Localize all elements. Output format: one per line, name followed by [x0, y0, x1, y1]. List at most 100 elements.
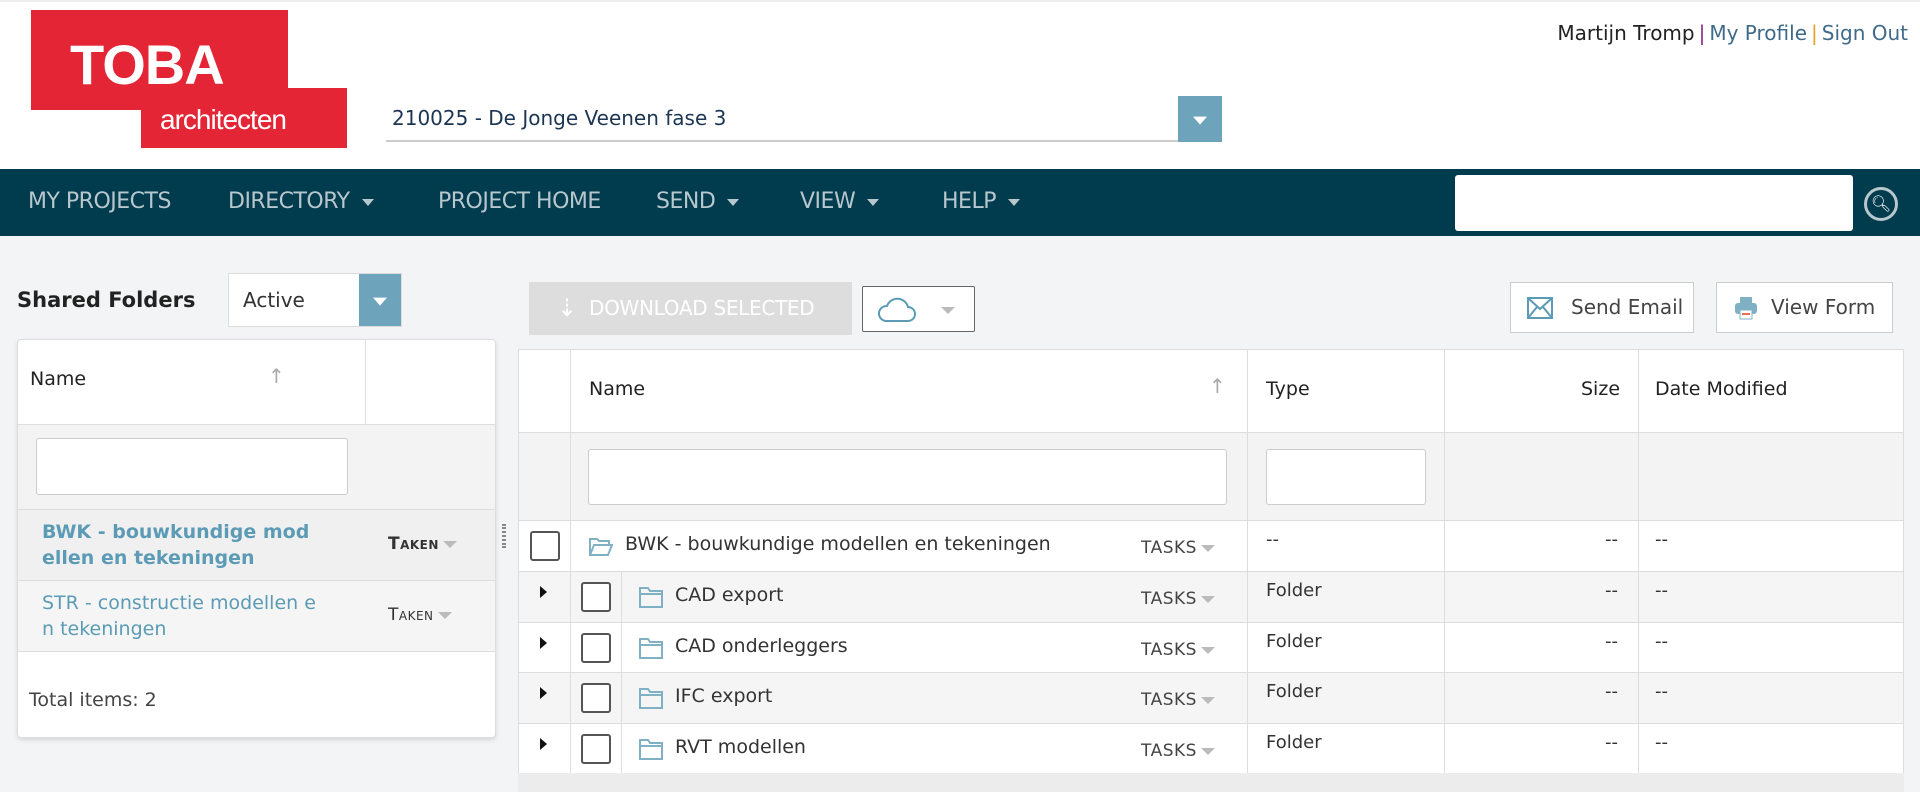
chevron-down-icon [1200, 696, 1215, 704]
nav-view[interactable]: VIEW [800, 189, 880, 214]
expand-icon[interactable] [540, 687, 547, 699]
project-select-dropdown-button[interactable] [1178, 96, 1222, 142]
column-header-size[interactable]: Size [1581, 378, 1620, 400]
chevron-down-icon [1200, 747, 1215, 755]
expand-icon[interactable] [540, 637, 547, 649]
folder-name[interactable]: CAD onderleggers [675, 635, 848, 657]
tasks-menu[interactable]: TASKS [1141, 538, 1215, 558]
row-checkbox[interactable] [581, 633, 611, 663]
tasks-label: TASKS [1141, 741, 1197, 761]
table-row[interactable]: BWK - bouwkundige modellen en tekeningen… [519, 521, 1903, 572]
project-select[interactable]: 210025 - De Jonge Veenen fase 3 [386, 96, 1222, 142]
size-cell: -- [1605, 529, 1618, 550]
table-row[interactable]: CAD export TASKS Folder -- -- [519, 572, 1903, 623]
folder-name[interactable]: CAD export [675, 584, 783, 606]
folder-name-line: BWK - bouwkundige mod [42, 521, 310, 543]
chevron-down-icon [442, 540, 457, 548]
column-header-name[interactable]: Name [30, 368, 86, 390]
send-email-button[interactable]: Send Email [1510, 282, 1694, 333]
row-checkbox[interactable] [581, 734, 611, 764]
filter-row [519, 433, 1903, 521]
nav-project-home[interactable]: PROJECT HOME [438, 189, 601, 214]
list-item[interactable]: STR - constructie modellen e n tekeningen… [18, 581, 495, 652]
table-row[interactable]: CAD onderleggers TASKS Folder -- -- [519, 623, 1903, 673]
name-filter-input[interactable] [36, 438, 348, 495]
nav-send[interactable]: SEND [656, 189, 740, 214]
column-header-name[interactable]: Name [589, 378, 645, 400]
total-items: Total items: 2 [29, 689, 157, 711]
sort-ascending-icon[interactable]: ↑ [268, 364, 285, 388]
nav-label: VIEW [800, 189, 856, 214]
row-checkbox[interactable] [581, 582, 611, 612]
column-divider [621, 572, 622, 774]
documents-grid: Name ↑ Type Size Date Modified BWK - bou… [518, 349, 1904, 774]
user-name: Martijn Tromp [1557, 21, 1695, 45]
view-form-label: View Form [1771, 295, 1876, 319]
nav-my-projects[interactable]: MY PROJECTS [28, 189, 171, 214]
chevron-down-icon [361, 198, 374, 206]
separator: | [1811, 21, 1818, 45]
tasks-menu[interactable]: TASKS [1141, 589, 1215, 609]
sign-out-link[interactable]: Sign Out [1822, 21, 1908, 45]
folder-link[interactable]: STR - constructie modellen e n tekeningen [42, 590, 316, 642]
download-selected-button[interactable]: ⇣ DOWNLOAD SELECTED [529, 282, 852, 335]
status-filter-value: Active [243, 288, 305, 312]
chevron-down-icon [1200, 646, 1215, 654]
folder-name-line: STR - constructie modellen e [42, 592, 316, 614]
chevron-down-icon [727, 198, 740, 206]
tasks-menu[interactable]: TASKS [1141, 640, 1215, 660]
panel-resize-handle[interactable] [502, 524, 506, 548]
cloud-icon [878, 297, 916, 322]
row-checkbox[interactable] [530, 531, 560, 561]
size-cell: -- [1605, 580, 1618, 601]
tasks-menu[interactable]: TASKS [1141, 741, 1215, 761]
name-filter-input[interactable] [588, 449, 1227, 505]
folder-name-line: ellen en tekeningen [42, 547, 255, 569]
tasks-menu[interactable]: TASKS [1141, 690, 1215, 710]
search-input[interactable] [1455, 175, 1853, 231]
folder-name[interactable]: BWK - bouwkundige modellen en tekeningen [625, 533, 1051, 555]
column-header-type[interactable]: Type [1266, 378, 1310, 400]
folder-icon [639, 688, 663, 709]
type-filter-input[interactable] [1266, 449, 1426, 505]
taken-menu[interactable]: Taken [388, 605, 452, 625]
download-arrow-icon: ⇣ [557, 294, 577, 322]
sort-ascending-icon[interactable]: ↑ [1209, 374, 1226, 398]
horizontal-scrollbar[interactable] [518, 773, 1904, 792]
view-form-button[interactable]: View Form [1716, 282, 1893, 333]
cloud-menu-button[interactable] [862, 286, 975, 332]
expand-icon[interactable] [540, 586, 547, 598]
row-checkbox[interactable] [581, 683, 611, 713]
logo-subtext: architecten [160, 104, 287, 135]
grid-header: Name ↑ Type Size Date Modified [519, 350, 1903, 433]
separator: | [1698, 21, 1706, 45]
type-cell: -- [1266, 529, 1279, 550]
list-item[interactable]: BWK - bouwkundige mod ellen en tekeningen… [18, 510, 495, 581]
status-filter-select[interactable]: Active [228, 273, 402, 327]
taken-menu[interactable]: Taken [388, 534, 457, 554]
nav-label: HELP [942, 189, 996, 214]
column-divider [570, 572, 571, 774]
expand-icon[interactable] [540, 738, 547, 750]
nav-directory[interactable]: DIRECTORY [228, 189, 374, 214]
table-row[interactable]: RVT modellen TASKS Folder -- -- [519, 724, 1903, 774]
grid-header: Name ↑ [18, 340, 495, 510]
column-header-date-modified[interactable]: Date Modified [1655, 378, 1788, 400]
folder-open-icon [589, 538, 613, 556]
tasks-label: TASKS [1141, 690, 1197, 710]
panel-title: Shared Folders [17, 288, 196, 312]
search-icon[interactable]: 🔍︎ [1864, 187, 1898, 221]
folder-name[interactable]: IFC export [675, 685, 772, 707]
column-divider [570, 350, 571, 572]
nav-help[interactable]: HELP [942, 189, 1020, 214]
my-profile-link[interactable]: My Profile [1709, 21, 1807, 45]
chevron-down-icon [941, 307, 955, 314]
folder-name[interactable]: RVT modellen [675, 736, 806, 758]
table-row[interactable]: IFC export TASKS Folder -- -- [519, 673, 1903, 724]
logo-text: TOBA [70, 33, 225, 96]
folder-link[interactable]: BWK - bouwkundige mod ellen en tekeningen [42, 519, 309, 571]
size-cell: -- [1605, 681, 1618, 702]
status-filter-dropdown-button[interactable] [359, 274, 401, 326]
taken-label: Taken [388, 534, 439, 554]
tasks-label: TASKS [1141, 538, 1197, 558]
